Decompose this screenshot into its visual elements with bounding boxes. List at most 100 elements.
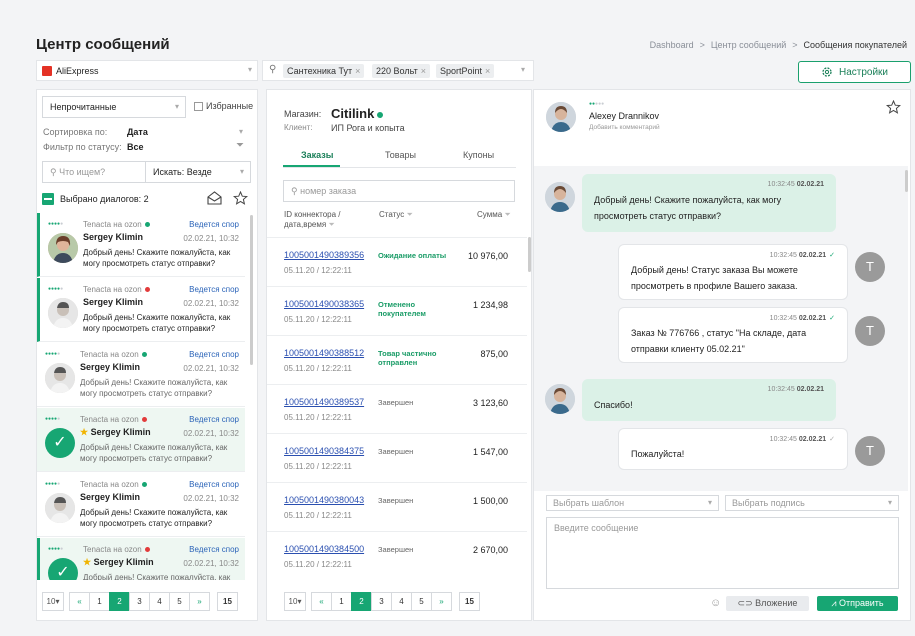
dispute-link[interactable]: Ведется спор bbox=[189, 545, 239, 554]
selected-check-icon[interactable]: ✓ bbox=[48, 558, 78, 580]
orders-pagination: 10▾ « 1 2 3 4 5 » 15 bbox=[284, 592, 480, 611]
order-search-input[interactable]: ⚲ номер заказа bbox=[283, 180, 515, 202]
dispute-link[interactable]: Ведется спор bbox=[189, 220, 239, 229]
orders-table: 1005001490389356 05.11.20 / 12:22:11 Ожида… bbox=[267, 237, 527, 582]
rating-stars-icon: ●●●●● bbox=[589, 101, 605, 107]
select-all-checkbox[interactable] bbox=[42, 193, 54, 205]
page-button[interactable]: 3 bbox=[129, 592, 150, 611]
conversation-item[interactable]: ●●●●● Tenacta на ozon Ведется спор ✓ ★ S… bbox=[37, 408, 245, 472]
sort-icon: ⏷ bbox=[406, 210, 413, 219]
status-filter-value[interactable]: Все bbox=[127, 142, 144, 152]
template-select[interactable]: Выбрать шаблон ▾ bbox=[546, 495, 719, 511]
send-button[interactable]: ⩘ Отправить bbox=[817, 596, 898, 611]
order-id-link[interactable]: 1005001490389356 bbox=[284, 250, 364, 260]
breadcrumb-dashboard[interactable]: Dashboard bbox=[650, 40, 694, 50]
order-id-link[interactable]: 1005001490384500 bbox=[284, 544, 364, 554]
order-date: 05.11.20 / 12:22:11 bbox=[284, 315, 352, 324]
table-row[interactable]: 1005001490038365 05.11.20 / 12:22:11 Отмен… bbox=[267, 286, 527, 335]
page-button[interactable]: 2 bbox=[351, 592, 372, 611]
order-id-link[interactable]: 1005001490384375 bbox=[284, 446, 364, 456]
close-icon[interactable]: × bbox=[355, 66, 360, 76]
next-page-button[interactable]: » bbox=[189, 592, 210, 611]
message-input[interactable]: Введите сообщение bbox=[546, 517, 899, 589]
dispute-link[interactable]: Ведется спор bbox=[189, 285, 239, 294]
tab-divider bbox=[283, 167, 516, 168]
orders-scrollbar[interactable] bbox=[528, 237, 531, 272]
last-page-button[interactable]: 15 bbox=[459, 592, 480, 611]
chevron-down-icon[interactable]: ▾ bbox=[239, 127, 243, 136]
table-row[interactable]: 1005001490388512 05.11.20 / 12:22:11 Товар… bbox=[267, 335, 527, 384]
next-page-button[interactable]: » bbox=[431, 592, 452, 611]
search-input[interactable]: ⚲ Что ищем? bbox=[42, 161, 146, 183]
shop-filter[interactable]: ⚲ Сантехника Тут × 220 Вольт × SportPoint ×… bbox=[262, 60, 534, 81]
avatar bbox=[545, 182, 575, 212]
signature-select[interactable]: Выбрать подпись ▾ bbox=[725, 495, 899, 511]
order-id-link[interactable]: 1005001490389537 bbox=[284, 397, 364, 407]
settings-button[interactable]: Настройки bbox=[798, 61, 911, 83]
page-button[interactable]: 3 bbox=[371, 592, 392, 611]
order-id-link[interactable]: 1005001490038365 bbox=[284, 299, 364, 309]
table-row[interactable]: 1005001490384500 05.11.20 / 12:22:11 Завер… bbox=[267, 531, 527, 580]
shop-chip[interactable]: SportPoint × bbox=[436, 64, 495, 78]
conversation-shop: Tenacta на ozon bbox=[80, 480, 147, 489]
dispute-link[interactable]: Ведется спор bbox=[189, 480, 239, 489]
marketplace-select[interactable]: AliExpress ▾ bbox=[36, 60, 258, 81]
table-row[interactable]: 1005001490389537 05.11.20 / 12:22:11 Завер… bbox=[267, 384, 527, 433]
page-button[interactable]: 5 bbox=[169, 592, 190, 611]
page-button[interactable]: 5 bbox=[411, 592, 432, 611]
search-in-select[interactable]: Искать: Везде ▾ bbox=[145, 161, 251, 183]
order-id-link[interactable]: 1005001490380043 bbox=[284, 495, 364, 505]
table-row[interactable]: 1005001490389356 05.11.20 / 12:22:11 Ожида… bbox=[267, 237, 527, 286]
conversation-item[interactable]: ●●●●● Tenacta на ozon Ведется спор Serge… bbox=[37, 278, 245, 342]
conversation-scrollbar[interactable] bbox=[250, 215, 253, 365]
page-button[interactable]: 4 bbox=[391, 592, 412, 611]
conversation-item[interactable]: ●●●●● Tenacta на ozon Ведется спор Serge… bbox=[37, 343, 245, 407]
chevron-down-icon: ▾ bbox=[174, 102, 179, 111]
table-row[interactable]: 1005001490384375 05.11.20 / 12:22:11 Завер… bbox=[267, 433, 527, 482]
prev-page-button[interactable]: « bbox=[69, 592, 90, 611]
close-icon[interactable]: × bbox=[485, 66, 490, 76]
sort-label: Сортировка по: bbox=[43, 127, 108, 137]
page-button[interactable]: 1 bbox=[89, 592, 110, 611]
tab-products[interactable]: Товары bbox=[385, 150, 416, 160]
per-page-select[interactable]: 10▾ bbox=[284, 592, 306, 611]
conversation-item[interactable]: ●●●●● Tenacta на ozon Ведется спор Serge… bbox=[37, 473, 245, 537]
order-status: Завершен bbox=[378, 496, 414, 505]
close-icon[interactable]: × bbox=[421, 66, 426, 76]
selected-check-icon[interactable]: ✓ bbox=[45, 428, 75, 458]
dispute-link[interactable]: Ведется спор bbox=[189, 350, 239, 359]
tab-coupons[interactable]: Купоны bbox=[463, 150, 494, 160]
conversation-shop: Tenacta на ozon bbox=[83, 545, 150, 554]
chat-scrollbar[interactable] bbox=[905, 170, 908, 192]
shop-chip[interactable]: Сантехника Тут × bbox=[283, 64, 365, 78]
attach-button[interactable]: ⊂⊃ Вложение bbox=[726, 596, 809, 611]
shop-chip[interactable]: 220 Вольт × bbox=[372, 64, 430, 78]
tab-orders[interactable]: Заказы bbox=[301, 150, 333, 160]
col-sum-header[interactable]: Сумма ⏷ bbox=[477, 210, 511, 220]
last-page-button[interactable]: 15 bbox=[217, 592, 238, 611]
favorites-checkbox[interactable] bbox=[194, 102, 203, 111]
dispute-link[interactable]: Ведется спор bbox=[189, 415, 239, 424]
col-id-header[interactable]: ID коннектора / дата,время ⏷ bbox=[284, 210, 359, 230]
client-name: ИП Рога и копыта bbox=[331, 123, 405, 133]
filter-select[interactable]: Непрочитанные ▾ bbox=[42, 96, 186, 118]
page-button[interactable]: 2 bbox=[109, 592, 130, 611]
conversation-item[interactable]: ●●●●● Tenacta на ozon Ведется спор Serge… bbox=[37, 213, 245, 277]
contact-note[interactable]: Добавить комментарий bbox=[589, 124, 660, 131]
mark-read-icon[interactable] bbox=[207, 191, 222, 205]
page-button[interactable]: 1 bbox=[331, 592, 352, 611]
col-status-header[interactable]: Статус ⏷ bbox=[379, 210, 413, 220]
per-page-select[interactable]: 10▾ bbox=[42, 592, 64, 611]
breadcrumb-center[interactable]: Центр сообщений bbox=[711, 40, 786, 50]
star-icon[interactable] bbox=[886, 100, 901, 114]
page-button[interactable]: 4 bbox=[149, 592, 170, 611]
table-row[interactable]: 1005001490380043 05.11.20 / 12:22:11 Завер… bbox=[267, 482, 527, 531]
favorites-label: Избранные bbox=[206, 101, 254, 111]
star-icon[interactable] bbox=[233, 191, 248, 205]
prev-page-button[interactable]: « bbox=[311, 592, 332, 611]
emoji-icon[interactable]: ☺ bbox=[710, 597, 721, 609]
funnel-icon[interactable]: ⏷ bbox=[236, 140, 244, 151]
conversation-item[interactable]: ●●●●● Tenacta на ozon Ведется спор ✓ ★ S… bbox=[37, 538, 245, 580]
order-id-link[interactable]: 1005001490388512 bbox=[284, 348, 364, 358]
sort-value[interactable]: Дата bbox=[127, 127, 148, 137]
